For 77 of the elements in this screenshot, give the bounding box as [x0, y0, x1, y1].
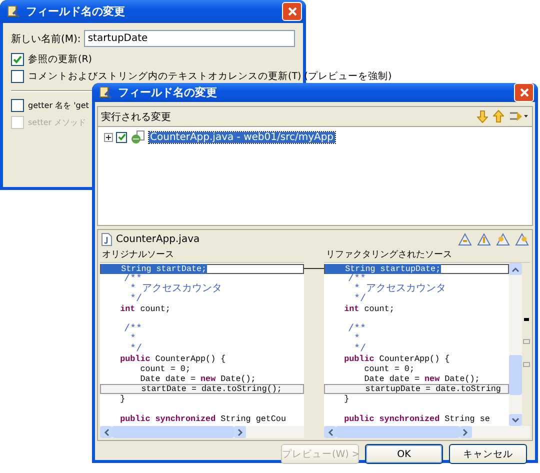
code-line: */ — [130, 344, 142, 354]
java-file-icon — [101, 233, 112, 246]
code-line: /** — [123, 274, 143, 284]
code-line: */ — [354, 344, 366, 354]
next-change-icon[interactable] — [496, 233, 510, 246]
scroll-right-icon — [238, 428, 243, 436]
code-line: int count; — [343, 304, 396, 314]
code-line: public CounterApp() { — [343, 354, 451, 364]
checkbox-label: setter メソッド — [28, 117, 86, 128]
previous-difference-icon[interactable] — [477, 233, 491, 246]
code-line: } — [119, 394, 126, 404]
close-icon — [288, 7, 296, 16]
tree-item[interactable]: CounterApp.java - web01/src/myApp — [149, 132, 335, 142]
horizontal-scrollbar[interactable] — [324, 426, 530, 438]
arrow-down-icon[interactable] — [477, 110, 488, 123]
refactor-icon — [6, 4, 21, 19]
arrow-up-icon[interactable] — [493, 110, 504, 123]
filter-menu-icon[interactable] — [509, 110, 529, 123]
field-label: 新しい名前(M): — [11, 32, 81, 46]
checkbox[interactable] — [11, 99, 24, 112]
close-icon — [520, 88, 528, 97]
connector-line — [304, 268, 324, 269]
code-line: /** — [123, 324, 144, 334]
horizontal-scrollbar[interactable] — [100, 426, 304, 438]
file-name: CounterApp.java — [116, 234, 201, 245]
scroll-left-icon — [328, 428, 332, 436]
checkbox[interactable] — [116, 132, 127, 142]
change-marker[interactable] — [524, 318, 528, 321]
scrollbar-thumb[interactable] — [336, 426, 460, 438]
code-line: */ — [130, 294, 144, 304]
scroll-left-icon — [104, 428, 108, 436]
scrollbar-thumb[interactable] — [509, 354, 522, 394]
dialog-button[interactable]: OK — [365, 444, 443, 464]
code-line: int count; — [119, 304, 172, 314]
code-line: * アクセスカウンタ — [129, 284, 224, 294]
dialog-button[interactable]: キャンセル — [449, 444, 527, 464]
refactor-icon — [98, 85, 113, 100]
change-marker[interactable] — [522, 339, 530, 344]
checkbox-label: 参照の更新(R) — [28, 53, 92, 66]
previous-change-icon[interactable] — [515, 233, 529, 246]
window-title: フィールド名の変更 — [26, 4, 126, 19]
scroll-left-button[interactable] — [324, 426, 336, 438]
window-title: フィールド名の変更 — [118, 85, 218, 100]
code-line: public synchronized String se — [343, 414, 491, 424]
checkbox[interactable] — [11, 53, 24, 66]
code-line: * アクセスカウンタ — [353, 284, 448, 294]
checkbox-label: コメントおよびストリング内のテキストオカレンスの更新(T) (プレビューを強制) — [28, 70, 392, 83]
name-input-field[interactable]: startupDate — [84, 30, 295, 47]
code-line: Date date = new Date(); — [139, 374, 257, 384]
code-line: * — [129, 334, 136, 344]
vertical-scrollbar[interactable] — [509, 263, 522, 426]
java-file-icon — [130, 130, 146, 144]
scroll-left-button[interactable] — [100, 426, 112, 438]
expand-icon[interactable] — [104, 132, 113, 142]
close-button[interactable] — [282, 2, 302, 21]
code-line: public CounterApp() { — [119, 354, 227, 364]
code-line: count = 0; — [363, 364, 416, 374]
code-line: Date date = new Date(); — [363, 374, 481, 384]
close-button[interactable] — [514, 83, 534, 102]
checkbox[interactable] — [11, 70, 24, 83]
code-line: /** — [347, 274, 367, 284]
scroll-up-icon[interactable] — [512, 266, 519, 272]
code-line: public synchronized String getCou — [119, 414, 287, 424]
scrollbar-thumb[interactable] — [112, 426, 234, 438]
next-difference-icon[interactable] — [458, 233, 472, 246]
code-line: count = 0; — [139, 364, 192, 374]
scroll-down-icon[interactable] — [512, 418, 519, 422]
panel-title: 実行される変更 — [101, 110, 172, 124]
code-line: } — [343, 394, 350, 404]
scroll-right-button[interactable] — [460, 426, 472, 438]
code-line: * — [353, 334, 360, 344]
code-line: /** — [347, 324, 368, 334]
code-line: */ — [354, 294, 368, 304]
change-marker[interactable] — [522, 362, 530, 367]
scroll-right-button[interactable] — [234, 426, 246, 438]
scroll-right-icon — [463, 428, 468, 436]
checkbox-label: getter 名を 'get — [28, 100, 89, 111]
